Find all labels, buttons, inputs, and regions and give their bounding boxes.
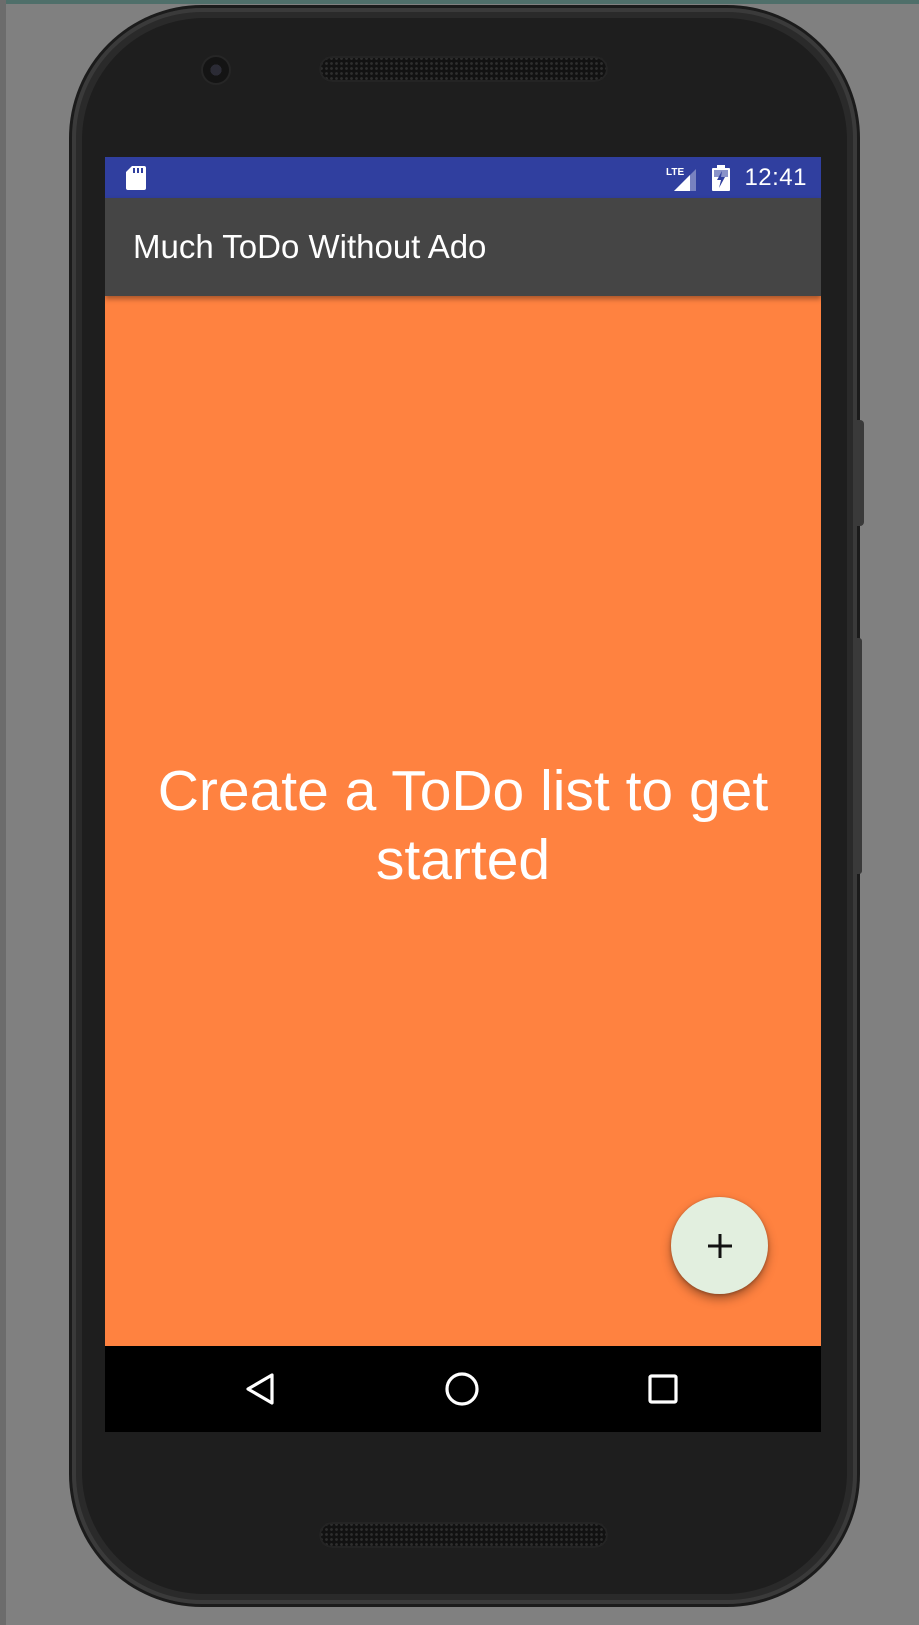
device-screen: LTE 12:41 Much ToDo Without Ado Create a…	[105, 157, 821, 1432]
bottom-speaker	[319, 1522, 608, 1548]
back-icon	[246, 1373, 274, 1405]
nav-home-button[interactable]	[419, 1346, 505, 1432]
status-bar: LTE 12:41	[105, 157, 821, 198]
earpiece-speaker	[319, 56, 608, 82]
app-title: Much ToDo Without Ado	[133, 228, 487, 265]
nav-recents-button[interactable]	[620, 1346, 706, 1432]
volume-button[interactable]	[856, 420, 864, 526]
plus-icon	[707, 1233, 732, 1258]
status-icons: LTE 12:41	[666, 157, 807, 198]
power-button[interactable]	[856, 638, 862, 874]
window-edge	[0, 0, 919, 4]
navigation-bar	[105, 1346, 821, 1432]
app-toolbar: Much ToDo Without Ado	[105, 198, 821, 296]
recents-icon	[648, 1374, 678, 1404]
sd-card-icon	[126, 166, 146, 190]
emulator-stage: LTE 12:41 Much ToDo Without Ado Create a…	[0, 0, 919, 1625]
window-edge-left	[0, 0, 6, 1625]
add-todo-list-button[interactable]	[671, 1197, 768, 1294]
svg-text:LTE: LTE	[666, 167, 684, 178]
home-icon	[445, 1372, 479, 1406]
nav-back-button[interactable]	[217, 1346, 303, 1432]
front-camera	[203, 57, 229, 83]
lte-signal-icon: LTE	[666, 167, 697, 191]
empty-state-message: Create a ToDo list to get started	[157, 759, 769, 892]
battery-charging-icon	[712, 164, 731, 191]
status-clock: 12:41	[744, 163, 807, 191]
